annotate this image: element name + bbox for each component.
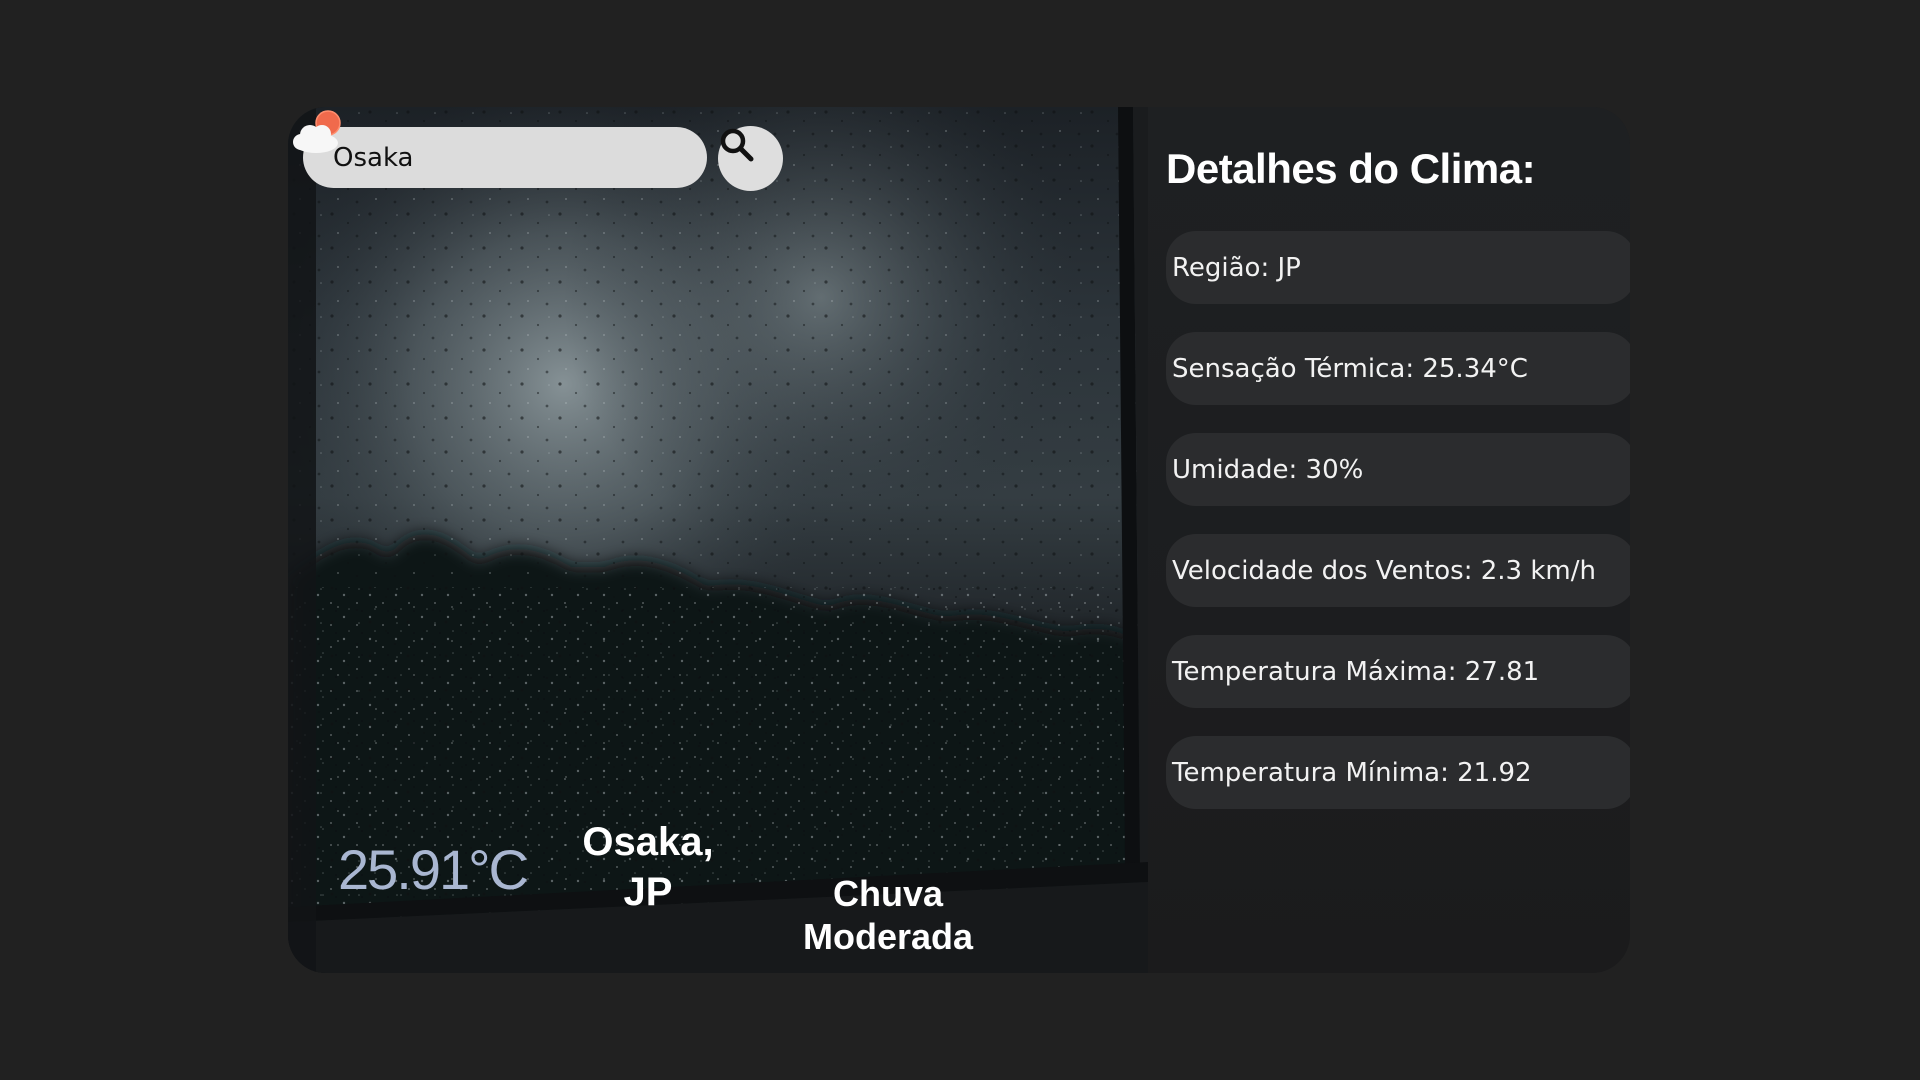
detail-region: Região: JP [1166, 231, 1630, 304]
condition-line-1: Chuva [832, 873, 944, 914]
location-name: Osaka, JP [558, 817, 738, 917]
weather-condition: Chuva Moderada [788, 872, 988, 958]
search-input[interactable] [303, 127, 707, 188]
details-list: Região: JP Sensação Térmica: 25.34°C Umi… [1166, 231, 1630, 837]
weather-details-panel: Detalhes do Clima: Região: JP Sensação T… [1148, 107, 1630, 973]
details-title: Detalhes do Clima: [1166, 145, 1536, 192]
detail-feels-like: Sensação Térmica: 25.34°C [1166, 332, 1630, 405]
city-name: Osaka, [582, 820, 714, 864]
detail-humidity: Umidade: 30% [1166, 433, 1630, 506]
search-button[interactable] [718, 126, 783, 191]
current-temperature: 25.91°C [338, 838, 529, 901]
condition-line-2: Moderada [802, 916, 974, 957]
detail-min-temperature: Temperatura Mínima: 21.92 [1166, 736, 1630, 809]
detail-wind-speed: Velocidade dos Ventos: 2.3 km/h [1166, 534, 1630, 607]
search-icon [720, 128, 754, 162]
cloud-with-sun-icon [293, 110, 341, 153]
weather-app-card: 25.91°C Osaka, JP Chuva Moderada Detalhe… [288, 107, 1630, 973]
detail-max-temperature: Temperatura Máxima: 27.81 [1166, 635, 1630, 708]
country-code: JP [623, 870, 673, 914]
background-rain-photo: 25.91°C Osaka, JP Chuva Moderada [288, 107, 1148, 973]
